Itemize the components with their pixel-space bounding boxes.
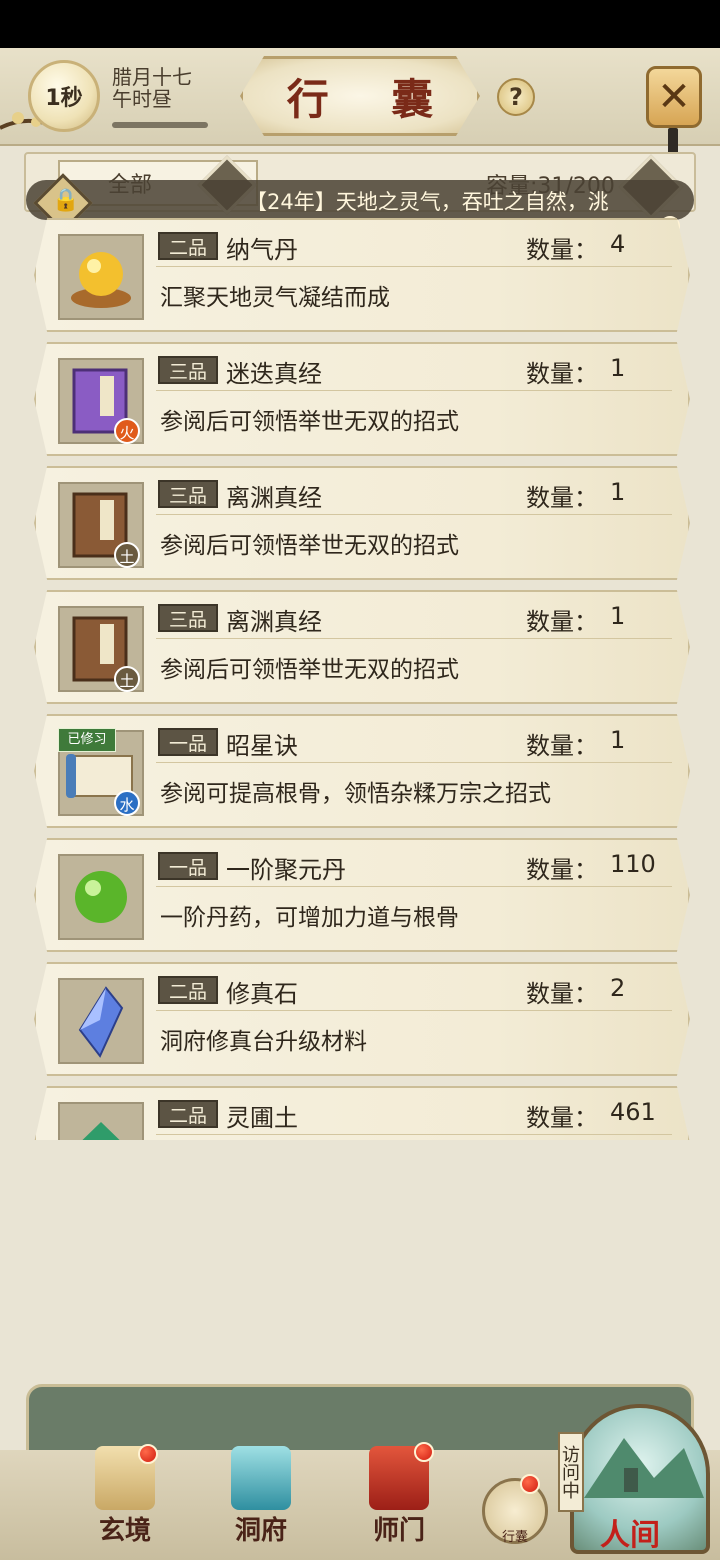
grade-badge: 二品 xyxy=(158,232,218,260)
nav-label: 玄境 xyxy=(98,1516,151,1546)
quantity-value: 2 xyxy=(610,974,626,1002)
quantity-label: 数量： xyxy=(526,360,598,388)
item-description: 汇聚天地灵气凝结而成 xyxy=(160,285,390,311)
divider xyxy=(156,886,672,887)
item-name: 昭星诀 xyxy=(226,732,298,760)
item-name: 一阶聚元丹 xyxy=(226,856,346,884)
quantity-value: 1 xyxy=(610,602,626,630)
element-badge: 水 xyxy=(114,790,140,816)
item-name: 灵圃土 xyxy=(226,1104,298,1132)
list-item[interactable]: 二品 修真石 数量： 2 洞府修真台升级材料 xyxy=(34,962,690,1076)
quantity-label: 数量： xyxy=(526,484,598,512)
grade-badge: 二品 xyxy=(158,1100,218,1128)
list-item[interactable]: 二品 灵圃土 数量： 461 xyxy=(34,1086,690,1140)
grade-badge: 三品 xyxy=(158,356,218,384)
item-list[interactable]: 二品 纳气丹 数量： 4 汇聚天地灵气凝结而成 火 三品 迷迭真经 数量： 1 … xyxy=(24,218,696,1140)
nav-xuanjing[interactable]: 玄境 xyxy=(70,1446,180,1554)
item-description: 参阅后可领悟举世无双的招式 xyxy=(160,409,459,435)
item-description: 参阅可提高根骨，领悟杂糅万宗之招式 xyxy=(160,781,551,807)
list-item[interactable]: 二品 纳气丹 数量： 4 汇聚天地灵气凝结而成 xyxy=(34,218,690,332)
game-date: 腊月十七 午时昼 xyxy=(112,66,192,110)
nav-label: 师门 xyxy=(372,1516,425,1546)
nav-shimen[interactable]: 师门 xyxy=(344,1446,454,1554)
page-title: 行 囊 xyxy=(286,74,458,124)
soil-mound-icon xyxy=(58,1102,144,1140)
item-description: 洞府修真台升级材料 xyxy=(160,1029,367,1055)
notification-dot xyxy=(520,1474,540,1494)
quantity-label: 数量： xyxy=(526,236,598,264)
grade-badge: 三品 xyxy=(158,480,218,508)
quantity-value: 1 xyxy=(610,354,626,382)
item-name: 离渊真经 xyxy=(226,608,322,636)
item-description: 参阅后可领悟举世无双的招式 xyxy=(160,657,459,683)
grade-badge: 二品 xyxy=(158,976,218,1004)
list-item[interactable]: 土 三品 离渊真经 数量： 1 参阅后可领悟举世无双的招式 xyxy=(34,590,690,704)
list-item[interactable]: 土 三品 离渊真经 数量： 1 参阅后可领悟举世无双的招式 xyxy=(34,466,690,580)
list-item[interactable]: 火 三品 迷迭真经 数量： 1 参阅后可领悟举世无双的招式 xyxy=(34,342,690,456)
mountain-landscape-icon xyxy=(584,1438,704,1498)
grade-badge: 一品 xyxy=(158,852,218,880)
green-pill-icon xyxy=(58,854,144,940)
divider xyxy=(156,1010,672,1011)
nav-label: 洞府 xyxy=(234,1516,287,1546)
help-icon[interactable]: ? xyxy=(497,78,535,116)
list-item[interactable]: 已修习 水 一品 昭星诀 数量： 1 参阅可提高根骨，领悟杂糅万宗之招式 xyxy=(34,714,690,828)
item-description: 一阶丹药，可增加力道与根骨 xyxy=(160,905,459,931)
renjian-label: 人间 xyxy=(600,1518,660,1553)
divider xyxy=(156,266,672,267)
item-name: 修真石 xyxy=(226,980,298,1008)
title-plaque: 行 囊 xyxy=(240,56,480,136)
element-badge: 火 xyxy=(114,418,140,444)
list-item[interactable]: 一品 一阶聚元丹 数量： 110 一阶丹药，可增加力道与根骨 xyxy=(34,838,690,952)
element-badge: 土 xyxy=(114,666,140,692)
divider xyxy=(156,638,672,639)
grade-badge: 一品 xyxy=(158,728,218,756)
quantity-value: 4 xyxy=(610,230,626,258)
divider xyxy=(156,1134,672,1135)
divider xyxy=(156,762,672,763)
bottom-navigation: 玄境 洞府 师门 行囊 访问中 人间 xyxy=(0,1384,720,1560)
pavilion-icon xyxy=(231,1446,291,1510)
item-name: 迷迭真经 xyxy=(226,360,322,388)
speed-timer-button[interactable]: 1秒 xyxy=(28,60,100,132)
quantity-label: 数量： xyxy=(526,1104,598,1132)
learned-tag: 已修习 xyxy=(58,728,116,752)
quantity-label: 数量： xyxy=(526,732,598,760)
news-ticker[interactable]: 【24年】天地之灵气，吞吐之自然，洮 xyxy=(26,180,694,220)
item-name: 纳气丹 xyxy=(226,236,298,264)
quantity-value: 1 xyxy=(610,478,626,506)
inventory-screen: 1秒 腊月十七 午时昼 行 囊 ? ✕ 全部 容量:31/200 【24年】天地… xyxy=(0,48,720,1560)
divider xyxy=(156,390,672,391)
ticker-text: 【24年】天地之灵气，吞吐之自然，洮 xyxy=(246,190,609,214)
close-button[interactable]: ✕ xyxy=(646,66,702,128)
item-description: 参阅后可领悟举世无双的招式 xyxy=(160,533,459,559)
blue-crystal-icon xyxy=(58,978,144,1064)
nav-dongfu[interactable]: 洞府 xyxy=(206,1446,316,1554)
quantity-value: 461 xyxy=(610,1098,656,1126)
notification-dot xyxy=(138,1444,158,1464)
date-time: 午时昼 xyxy=(112,87,172,111)
visiting-label: 访问中 xyxy=(558,1432,584,1512)
time-progress-bar xyxy=(112,122,208,128)
divider xyxy=(156,514,672,515)
quantity-label: 数量： xyxy=(526,856,598,884)
quantity-value: 1 xyxy=(610,726,626,754)
quantity-label: 数量： xyxy=(526,608,598,636)
header: 1秒 腊月十七 午时昼 行 囊 ? ✕ xyxy=(0,48,720,158)
date-day: 腊月十七 xyxy=(112,65,192,89)
quantity-value: 110 xyxy=(610,850,656,878)
quantity-label: 数量： xyxy=(526,980,598,1008)
bag-nav-label: 行囊 xyxy=(501,1530,528,1545)
item-name: 离渊真经 xyxy=(226,484,322,512)
golden-pill-icon xyxy=(58,234,144,320)
lock-icon: 🔒 xyxy=(52,188,80,213)
element-badge: 土 xyxy=(114,542,140,568)
close-icon: ✕ xyxy=(657,74,691,120)
grade-badge: 三品 xyxy=(158,604,218,632)
notification-dot xyxy=(414,1442,434,1462)
